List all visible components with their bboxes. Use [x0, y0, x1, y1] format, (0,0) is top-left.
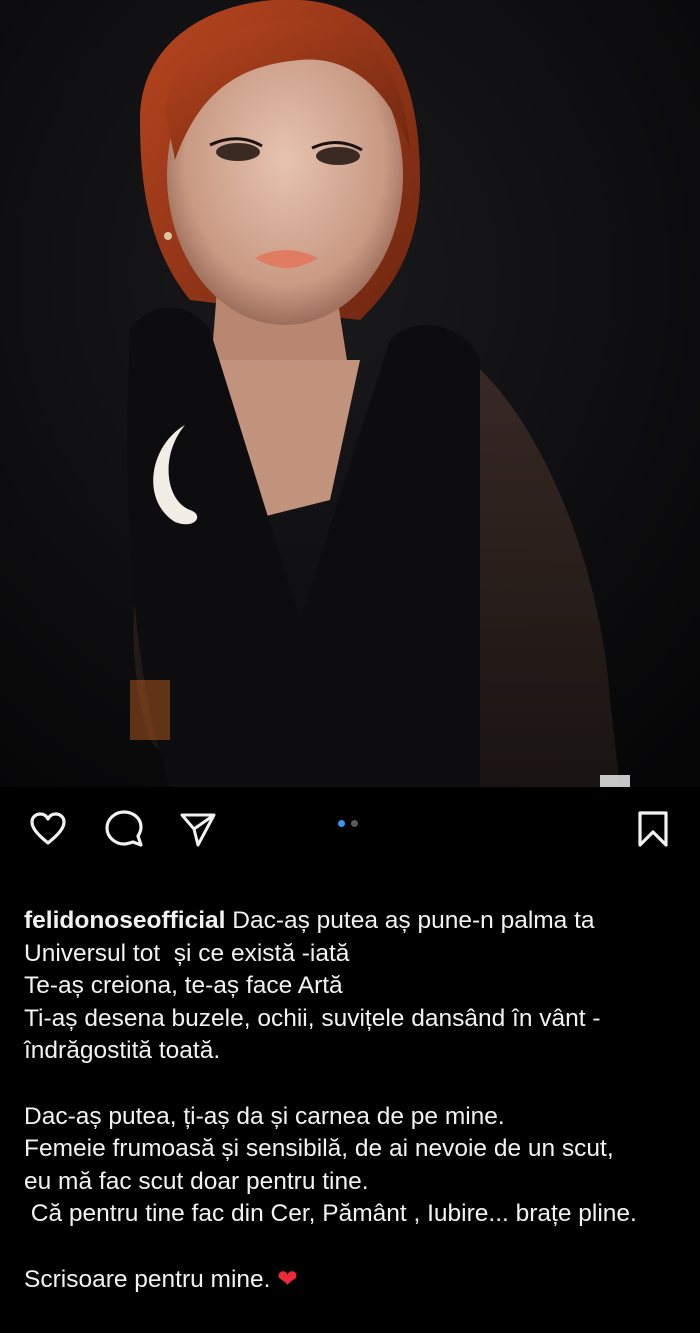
caption-line: Universul tot și ce există -iată: [24, 939, 350, 967]
caption-line: felidonoseofficial Dac-aș putea aș pune-…: [24, 905, 674, 938]
carousel-indicator: [338, 820, 358, 827]
post-image[interactable]: [0, 0, 700, 787]
caption-line: Că pentru tine fac din Cer, Pământ , Iub…: [24, 1200, 637, 1228]
caption-line: Te-aș creiona, te-aș face Artă: [24, 972, 343, 1000]
caption-text: Dac-aș putea aș pune-n palma ta: [225, 907, 595, 934]
caption-line: Dac-aș putea, ți-aș da și carnea de pe m…: [24, 1102, 505, 1130]
save-button[interactable]: [631, 807, 675, 851]
share-button[interactable]: [176, 807, 220, 851]
bookmark-outline-icon: [638, 811, 668, 847]
caption-line: Femeie frumoasă și sensibilă, de ai nevo…: [24, 1135, 614, 1163]
post-caption: felidonoseofficial Dac-aș putea aș pune-…: [24, 905, 674, 1296]
comment-button[interactable]: [102, 807, 146, 851]
like-button[interactable]: [26, 807, 70, 851]
caption-username[interactable]: felidonoseofficial: [24, 907, 225, 934]
comment-bubble-icon: [105, 810, 143, 847]
heart-outline-icon: [30, 812, 66, 845]
caption-text: Scrisoare pentru mine.: [24, 1265, 278, 1293]
carousel-dot: [351, 820, 358, 827]
caption-line: îndrăgostită toată.: [24, 1037, 221, 1065]
paper-plane-icon: [180, 813, 216, 847]
caption-line: Ti-aș desena buzele, ochii, suvițele dan…: [24, 1004, 601, 1032]
caption-line: eu mă fac scut doar pentru tine.: [24, 1167, 369, 1195]
caption-line: Scrisoare pentru mine. ❤: [24, 1264, 674, 1297]
action-bar: [0, 787, 700, 867]
red-heart-emoji: ❤: [277, 1265, 298, 1293]
carousel-dot-active: [338, 820, 345, 827]
